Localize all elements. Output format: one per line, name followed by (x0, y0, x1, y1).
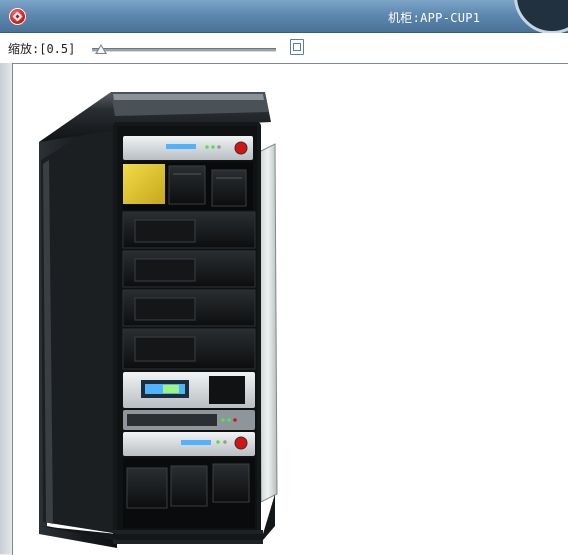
rack-bottom-control-unit (123, 432, 255, 456)
title-bar[interactable]: 机柜:APP-CUP1 (0, 0, 568, 34)
app-logo-icon[interactable] (9, 8, 26, 25)
corner-ornament (514, 0, 568, 34)
export-document-button[interactable] (290, 39, 304, 55)
rack-glass-door (258, 143, 278, 503)
rack-control-unit (123, 136, 253, 160)
rack-blank-panels (122, 211, 256, 370)
rack-switch-unit (123, 410, 255, 430)
zoom-slider-thumb[interactable] (95, 44, 107, 54)
yellow-drive-tray (123, 164, 165, 204)
toolbar: 缩放:[0.5] (0, 33, 568, 63)
window-title: 机柜:APP-CUP1 (388, 11, 481, 25)
left-panel-edge (0, 63, 12, 554)
zoom-label: 缩放:[0.5] (8, 42, 76, 56)
rack-server-unit (123, 372, 255, 408)
server-rack-image (39, 92, 278, 548)
rack-canvas (12, 63, 568, 555)
rack-bottom-drive-bays (123, 458, 255, 528)
rack-drive-bays (123, 162, 253, 210)
rack-side-panel (39, 98, 119, 548)
zoom-slider[interactable] (92, 44, 278, 58)
zoom-slider-track[interactable] (92, 48, 276, 52)
